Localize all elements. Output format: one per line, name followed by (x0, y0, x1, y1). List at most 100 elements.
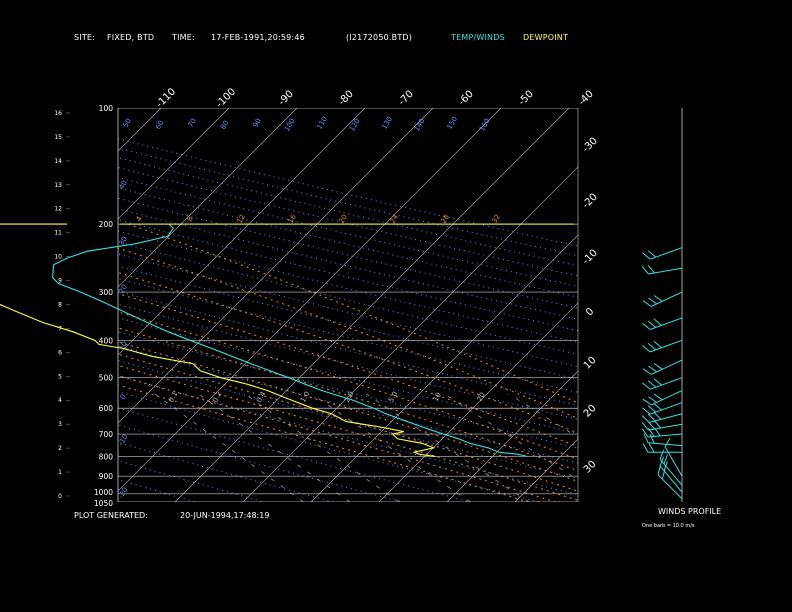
moist-adiabat-line (118, 341, 578, 482)
isotherm-line (118, 108, 230, 220)
dry-adiabat-label: 100 (283, 117, 297, 133)
pressure-label: 300 (99, 288, 114, 297)
pressure-label: 1000 (94, 488, 113, 497)
moist-adiabat-label: 28 (440, 213, 451, 225)
wind-barb-flag (641, 266, 649, 275)
moist-adiabat-line (118, 384, 529, 502)
wind-barb-flag (653, 419, 661, 429)
wind-barb (650, 291, 683, 307)
height-km-label: 16 (54, 110, 62, 117)
wind-barb-flag (653, 411, 662, 420)
wind-barb-flag (648, 365, 657, 373)
height-km-label: 4 (58, 397, 62, 404)
wind-barb-flag (642, 368, 652, 375)
pressure-label: 700 (99, 430, 114, 439)
wind-barb-flag (653, 318, 662, 326)
mixing-ratio-label: 0.2 (211, 390, 223, 404)
wind-barb-flag (643, 433, 649, 443)
dry-adiabat-left-label: -10 (117, 433, 130, 447)
wind-barb (659, 458, 683, 486)
dry-adiabat-label: 60 (154, 119, 165, 131)
isotherm-line (118, 108, 298, 288)
pressure-label: 100 (99, 104, 114, 113)
isotherm-line (446, 370, 578, 502)
moist-adiabat-label: 12 (236, 213, 247, 225)
moist-adiabat-label: 8 (186, 215, 195, 223)
isotherm-line (0, 0, 290, 502)
height-km-label: 1 (58, 469, 62, 476)
dry-adiabat-left-label: 0 (119, 393, 128, 401)
moist-adiabat-line (118, 375, 556, 502)
isotherm-line (118, 108, 502, 492)
wind-barb-flag (642, 252, 651, 260)
isotherm-line (787, 0, 792, 502)
dry-adiabat-label: 70 (187, 117, 198, 129)
isotherm-right-label: 30 (582, 459, 599, 476)
pressure-label: 1050 (94, 499, 113, 508)
dry-adiabat-label: 80 (219, 119, 230, 131)
wind-barb (650, 359, 683, 375)
wind-barb-flag (647, 405, 657, 413)
pressure-label: 200 (99, 220, 114, 229)
height-km-label: 13 (54, 182, 62, 189)
isotherm-line (514, 438, 578, 502)
wind-barb-flag (642, 407, 651, 415)
mixing-ratio-line (197, 393, 351, 502)
dry-adiabat-label: 120 (348, 117, 362, 133)
dry-adiabat-left-label: -20 (117, 486, 130, 500)
wind-barb-flag (647, 343, 657, 351)
isotherm-right-label: -30 (581, 136, 600, 155)
wind-barb-flag (648, 396, 657, 403)
moist-adiabat-label: 16 (287, 213, 299, 225)
dry-adiabat-label: 90 (252, 117, 263, 129)
height-km-label: 12 (54, 206, 62, 213)
isotherm-right-label: -10 (581, 248, 600, 267)
isotherm-line (0, 0, 154, 502)
barb-note: One barb = 10.0 m/s (642, 523, 695, 529)
isotherm-top-label: -80 (337, 89, 356, 108)
mixing-ratio-line (576, 393, 578, 395)
dry-adiabat-label: 140 (413, 117, 427, 133)
pressure-label: 600 (99, 404, 114, 413)
wind-barb-flag (648, 297, 657, 305)
dry-adiabat-label: 110 (315, 115, 329, 131)
height-km-label: 14 (54, 158, 62, 165)
wind-barb-flag (653, 340, 662, 349)
wind-barb-flag (642, 398, 652, 406)
height-km-label: 0 (58, 493, 62, 500)
isotherm-right-label: 0 (584, 306, 596, 318)
plot-generated-value: 20-JUN-1994,17:48:19 (180, 511, 270, 520)
wind-barb-flag (642, 300, 652, 307)
height-km-label: 7 (58, 325, 62, 332)
dry-adiabat-line (118, 460, 265, 502)
isotherm-top-label: -50 (517, 89, 536, 108)
moist-adiabat-line (118, 353, 578, 492)
isotherm-top-label: -40 (577, 89, 596, 108)
isotherm-line (719, 0, 792, 502)
height-km-label: 3 (58, 421, 62, 428)
dry-adiabat-line (118, 441, 334, 502)
pressure-label: 500 (99, 374, 114, 383)
isotherm-top-label: -70 (397, 89, 416, 108)
wind-barb-flag (642, 382, 651, 390)
mixing-ratio-label: 10 (432, 391, 443, 403)
wind-barb-flag (653, 363, 663, 370)
dry-adiabat-label: 130 (380, 115, 394, 131)
mixing-ratio-label: 2.0 (343, 390, 355, 404)
height-km-label: 5 (58, 373, 62, 380)
isotherm-right-label: -20 (581, 192, 600, 211)
wind-barb (649, 413, 683, 423)
wind-barb (649, 247, 683, 260)
moist-adiabat-label: 32 (491, 213, 502, 225)
wind-barb-flag (642, 345, 651, 353)
isotherm-top-label: -100 (214, 86, 238, 110)
wind-barb (648, 442, 683, 447)
mixing-ratio-label: 1.0 (299, 390, 311, 404)
isotherm-line (0, 0, 86, 502)
mixing-ratio-label: 0.4 (255, 390, 268, 404)
wind-barb-flag (641, 415, 650, 423)
isotherm-line (583, 0, 792, 502)
wind-barb-flag (642, 322, 651, 330)
dry-adiabat-left-label: 40 (118, 179, 129, 191)
wind-barb-flag (647, 250, 657, 258)
